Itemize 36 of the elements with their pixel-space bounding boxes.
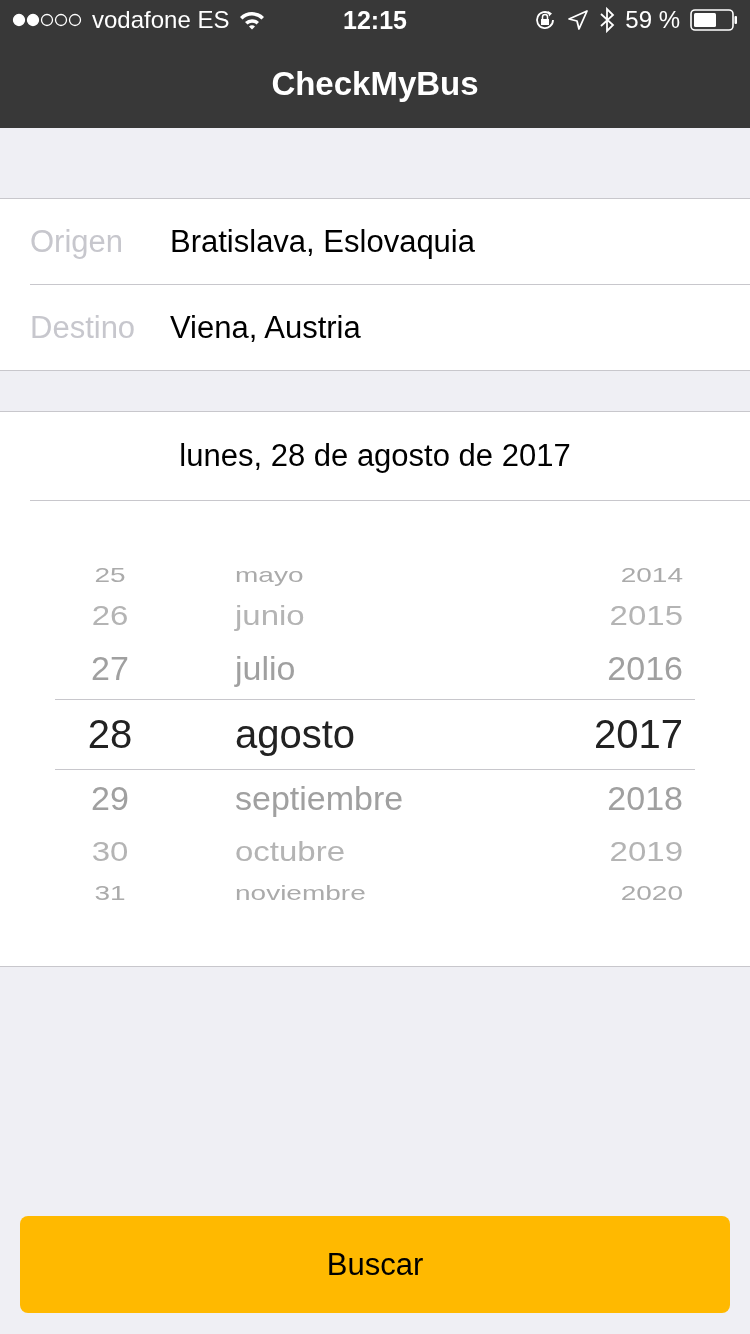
- picker-item[interactable]: 2020: [620, 882, 683, 903]
- picker-item[interactable]: julio: [235, 652, 296, 685]
- picker-item[interactable]: 27: [91, 652, 129, 685]
- nav-title: CheckMyBus: [271, 65, 479, 103]
- field-label: Destino: [30, 309, 137, 346]
- bluetooth-icon: [599, 7, 616, 33]
- field-value[interactable]: Viena, Austria: [170, 309, 361, 346]
- field-value[interactable]: Bratislava, Eslovaquia: [170, 223, 475, 260]
- picker-item[interactable]: 26: [91, 601, 129, 630]
- battery-percent: 59 %: [625, 6, 680, 34]
- picker-item[interactable]: 2014: [620, 564, 683, 585]
- picker-item[interactable]: mayo: [235, 564, 304, 585]
- picker-item[interactable]: agosto: [235, 713, 356, 754]
- picker-item[interactable]: 2018: [607, 782, 683, 815]
- picker-item[interactable]: noviembre: [235, 882, 366, 903]
- picker-item[interactable]: 31: [94, 882, 126, 903]
- picker-item[interactable]: 2019: [609, 837, 683, 866]
- picker-item[interactable]: 28: [87, 713, 133, 754]
- carrier-name: vodafone ES: [92, 6, 230, 34]
- wifi-icon: [239, 10, 266, 30]
- picker-item[interactable]: 30: [91, 837, 129, 866]
- location-arrow-icon: [567, 9, 590, 31]
- picker-item[interactable]: 2017: [594, 713, 683, 754]
- picker-item[interactable]: 25: [94, 564, 126, 585]
- picker-item[interactable]: 2015: [609, 601, 683, 630]
- field-label: Origen: [30, 223, 125, 260]
- picker-item[interactable]: 2016: [607, 652, 683, 685]
- selected-date: lunes, 28 de agosto de 2017: [179, 438, 571, 474]
- picker-item[interactable]: junio: [235, 601, 305, 630]
- search-button[interactable]: Buscar: [20, 1216, 730, 1313]
- status-time: 12:15: [343, 5, 407, 35]
- picker-item[interactable]: 29: [91, 782, 129, 815]
- picker-item[interactable]: octubre: [235, 837, 346, 866]
- signal-icon: [12, 13, 82, 27]
- picker-item[interactable]: septiembre: [235, 782, 404, 815]
- battery-icon: [690, 9, 738, 31]
